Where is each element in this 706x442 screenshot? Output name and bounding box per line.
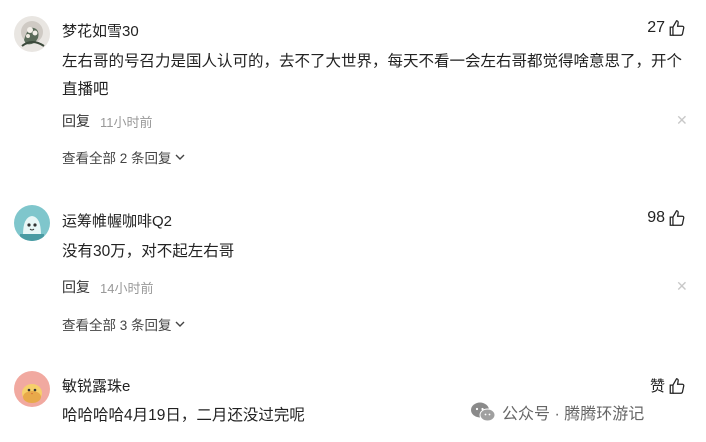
user-avatar[interactable] bbox=[14, 16, 50, 52]
like-button[interactable]: 27 bbox=[647, 19, 686, 37]
flower-photo-icon bbox=[14, 16, 50, 52]
watermark-text: 公众号 · 腾腾环游记 bbox=[502, 406, 645, 423]
cartoon-chick-icon bbox=[14, 371, 50, 407]
like-label: 赞 bbox=[649, 378, 665, 395]
username[interactable]: 敏锐露珠e bbox=[62, 375, 130, 396]
thumbs-up-icon bbox=[669, 377, 685, 394]
thumbs-up-icon bbox=[669, 20, 685, 36]
chevron-down-icon bbox=[175, 154, 185, 160]
comment-meta: 回复 11小时前 bbox=[62, 111, 153, 131]
wechat-watermark: 公众号 · 腾腾环游记 bbox=[470, 400, 644, 424]
comment-text: 哈哈哈哈4月19日，二月还没过完呢 bbox=[62, 407, 305, 424]
view-all-replies-button[interactable]: 查看全部 2 条回复 bbox=[62, 147, 186, 167]
close-icon[interactable]: ✕ bbox=[676, 279, 688, 293]
user-avatar[interactable] bbox=[14, 205, 50, 241]
timestamp: 11小时前 bbox=[100, 114, 153, 130]
chevron-down-icon bbox=[175, 321, 185, 327]
like-button[interactable]: 赞 bbox=[650, 375, 686, 396]
like-count: 98 bbox=[647, 209, 665, 226]
close-icon[interactable]: ✕ bbox=[676, 113, 688, 127]
timestamp: 14小时前 bbox=[100, 280, 154, 296]
comment-text: 左右哥的号召力是国人认可的，去不了大世界，每天不看一会左右哥都觉得啥意思了，开个… bbox=[62, 53, 683, 98]
like-count: 27 bbox=[647, 19, 665, 36]
comment-text: 没有30万，对不起左右哥 bbox=[62, 243, 235, 260]
username[interactable]: 运筹帷幄咖啡Q2 bbox=[62, 210, 172, 231]
cartoon-ghost-icon bbox=[14, 205, 50, 241]
username[interactable]: 梦花如雪30 bbox=[62, 20, 139, 41]
reply-button[interactable]: 回复 bbox=[62, 277, 90, 297]
view-all-replies-label: 查看全部 3 条回复 bbox=[62, 318, 172, 333]
comment-meta: 回复 14小时前 bbox=[62, 277, 153, 297]
user-avatar[interactable] bbox=[14, 371, 50, 407]
reply-button[interactable]: 回复 bbox=[62, 111, 90, 131]
wechat-icon bbox=[471, 402, 496, 422]
thumbs-up-icon bbox=[669, 210, 685, 226]
like-button[interactable]: 98 bbox=[647, 209, 686, 227]
view-all-replies-label: 查看全部 2 条回复 bbox=[62, 151, 172, 166]
view-all-replies-button[interactable]: 查看全部 3 条回复 bbox=[62, 314, 186, 334]
